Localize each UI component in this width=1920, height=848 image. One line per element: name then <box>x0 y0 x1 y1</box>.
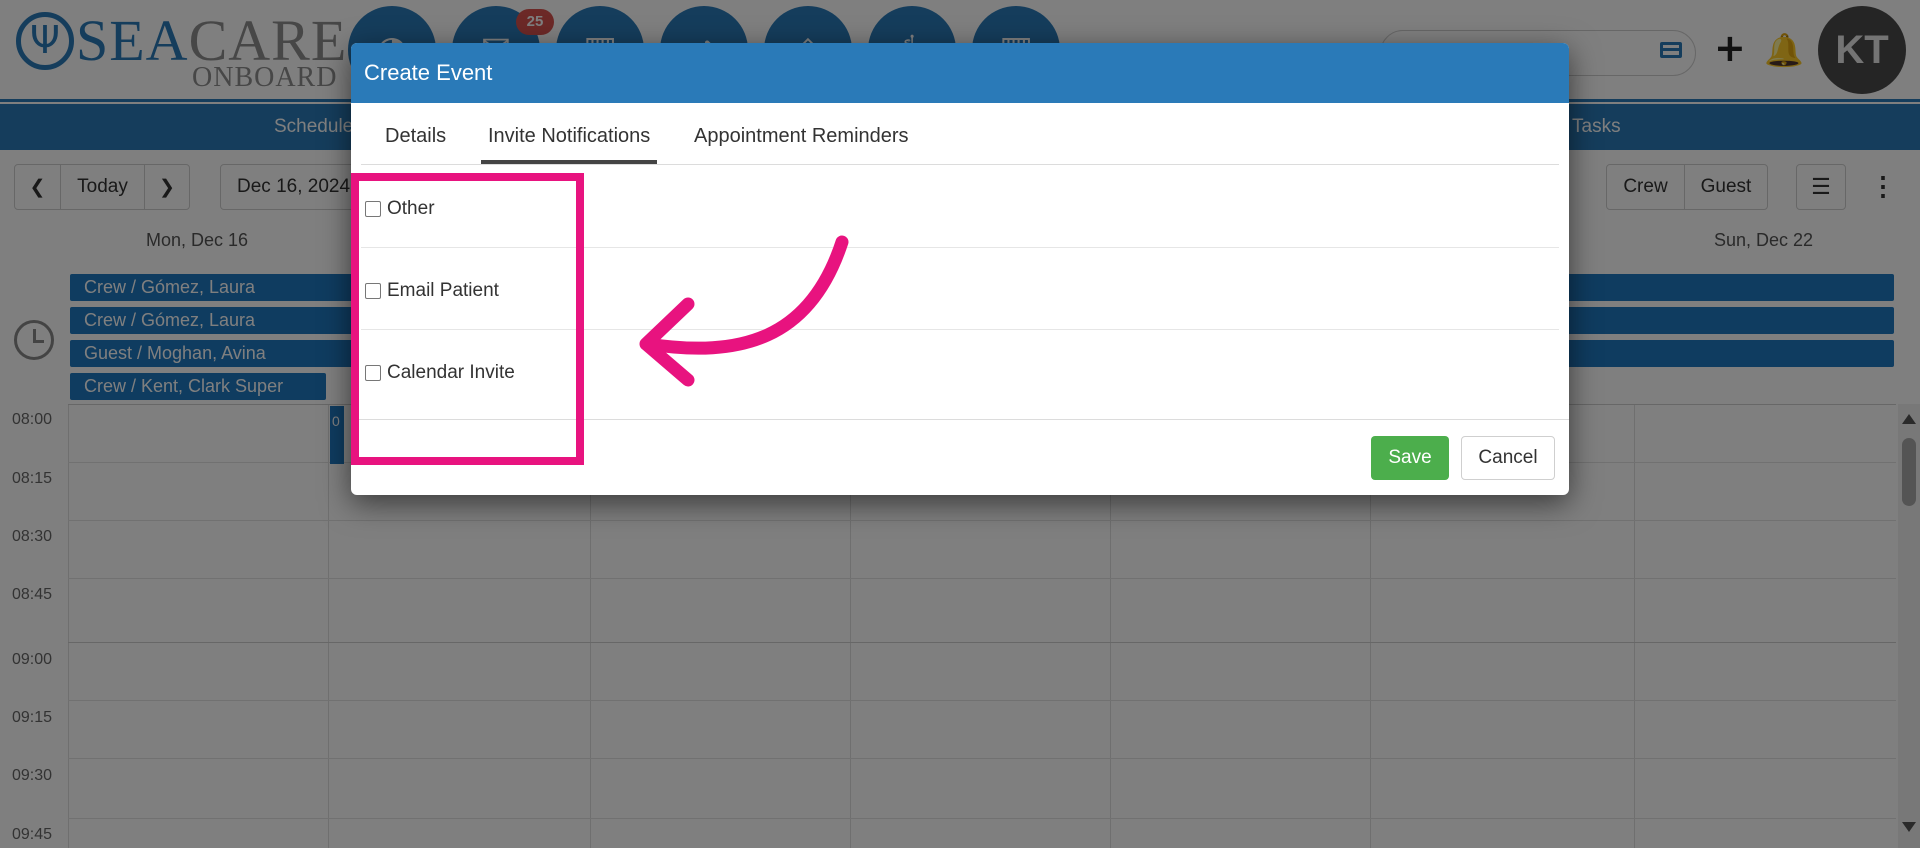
modal-tabs: Details Invite Notifications Appointment… <box>351 103 1569 165</box>
tab-details[interactable]: Details <box>385 125 446 160</box>
modal-title: Create Event <box>364 60 493 85</box>
modal-header: Create Event <box>351 43 1569 103</box>
tutorial-highlight-box <box>351 173 584 465</box>
tab-appointment-reminders[interactable]: Appointment Reminders <box>694 125 909 160</box>
save-button[interactable]: Save <box>1371 436 1449 480</box>
tab-invite-notifications[interactable]: Invite Notifications <box>481 125 658 164</box>
tutorial-arrow-icon <box>639 235 849 387</box>
cancel-button[interactable]: Cancel <box>1461 436 1555 480</box>
